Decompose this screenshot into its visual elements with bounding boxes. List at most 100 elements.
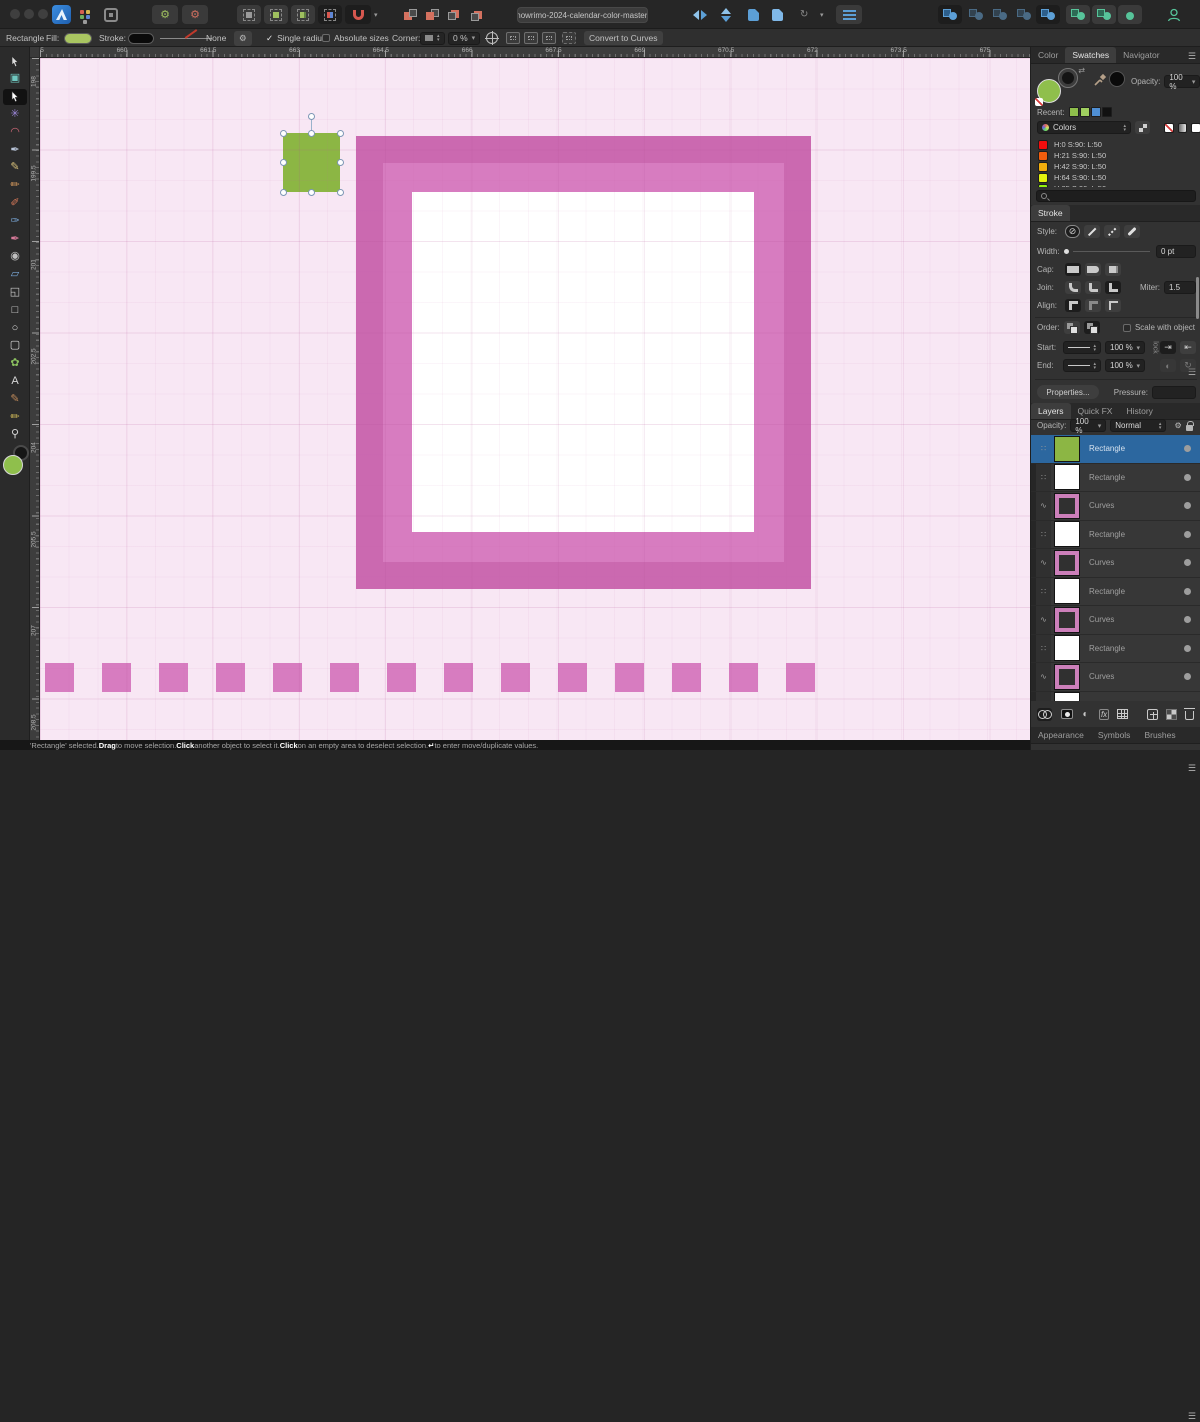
document-tab[interactable]: nanowrimo-2024-calendar-color-master ( *	[517, 7, 648, 23]
pink-square[interactable]	[786, 663, 815, 692]
no-color-chip[interactable]	[1035, 98, 1043, 106]
geometry-divide-button[interactable]	[1118, 5, 1142, 24]
corner-radius-dropdown[interactable]: 0 %▾	[448, 29, 480, 47]
transparency-toggle-button[interactable]	[1164, 708, 1179, 721]
end-style-dropdown[interactable]: ▴▾	[1063, 359, 1101, 372]
miter-value-field[interactable]: 1.5	[1164, 281, 1196, 294]
selection-handle[interactable]	[337, 189, 344, 196]
layer-row[interactable]: ∿Curves	[1031, 663, 1200, 692]
rectangle-tool[interactable]: □	[3, 302, 27, 318]
layer-visibility-toggle[interactable]	[1184, 616, 1191, 623]
settings-gear-button[interactable]: ⚙	[182, 5, 208, 24]
layer-row[interactable]: ∷Rectangle	[1031, 521, 1200, 550]
flip-horizontal-button[interactable]	[688, 5, 712, 24]
tab-navigator[interactable]: Navigator	[1116, 47, 1166, 63]
none-swatch[interactable]	[1164, 123, 1174, 133]
pink-square[interactable]	[672, 663, 701, 692]
export-persona-icon[interactable]	[104, 5, 118, 24]
palette-grid-view-button[interactable]	[1135, 121, 1150, 134]
selection-handle[interactable]	[280, 189, 287, 196]
absolute-sizes-checkbox[interactable]: Absolute sizes	[322, 29, 389, 47]
tab-symbols[interactable]: Symbols	[1091, 727, 1138, 743]
tab-layers[interactable]: Layers	[1031, 403, 1071, 419]
end-scale-dropdown[interactable]: 100 %▾	[1105, 359, 1145, 372]
layer-effects-button[interactable]: fx	[1097, 708, 1112, 721]
tab-brushes[interactable]: Brushes	[1137, 727, 1182, 743]
boolean-subtract-button[interactable]	[964, 5, 988, 24]
tab-stroke[interactable]: Stroke	[1031, 205, 1070, 221]
color-list-item[interactable]: H:21 S:90: L:50	[1031, 150, 1200, 161]
start-style-dropdown[interactable]: ▴▾	[1063, 341, 1101, 354]
point-transform-tool[interactable]: ✳	[3, 106, 27, 122]
convert-to-curves-button[interactable]: Convert to Curves	[584, 29, 663, 47]
swap-fill-stroke-icon[interactable]: ⇄	[1078, 66, 1085, 75]
start-end-lock-label[interactable]: lock	[1152, 341, 1159, 353]
show-alignment-handles-icon[interactable]	[542, 29, 556, 47]
start-arrow-out-button[interactable]: ⇤	[1180, 341, 1196, 354]
shape-tool[interactable]: ✿	[3, 356, 27, 372]
alignment-button[interactable]	[836, 5, 862, 24]
pink-square[interactable]	[501, 663, 530, 692]
palette-dropdown[interactable]: Colors ▴▾	[1037, 121, 1131, 134]
selection-handle[interactable]	[280, 159, 287, 166]
snap-grid-button[interactable]	[318, 5, 342, 24]
rotate-icon[interactable]: ↻	[800, 5, 808, 24]
add-layer-button[interactable]	[1145, 708, 1160, 721]
tab-swatches[interactable]: Swatches	[1065, 47, 1116, 63]
swatches-opacity-dropdown[interactable]: 100 %▾	[1164, 75, 1200, 88]
blend-options-gear-icon[interactable]: ⚙	[1174, 421, 1181, 430]
cap-square-button[interactable]	[1105, 263, 1121, 276]
selection-handle[interactable]	[308, 130, 315, 137]
color-list-item[interactable]: H:64 S:90: L:50	[1031, 172, 1200, 183]
selection-handle[interactable]	[337, 159, 344, 166]
move-to-front-icon[interactable]	[470, 5, 484, 24]
canvas[interactable]	[40, 58, 1030, 740]
layer-row[interactable]: ∷Rectangle	[1031, 464, 1200, 493]
snap-bounds-button[interactable]	[237, 5, 261, 24]
boolean-add-button[interactable]	[938, 5, 962, 24]
selected-green-rectangle[interactable]	[283, 133, 340, 192]
selection-handle[interactable]	[337, 130, 344, 137]
zoom-tool[interactable]: ⚲	[3, 427, 27, 443]
eyedropper-sample-circle[interactable]	[1109, 71, 1125, 87]
stroke-style-solid-button[interactable]	[1084, 225, 1100, 238]
gradient-swatch[interactable]	[1178, 123, 1188, 133]
single-radius-checkbox[interactable]: ✓Single radius	[266, 29, 326, 47]
end-arrow-in-button[interactable]: ◐	[1160, 359, 1176, 372]
pink-square[interactable]	[330, 663, 359, 692]
pink-square[interactable]	[444, 663, 473, 692]
layer-row[interactable]: ∷Rectangle	[1031, 435, 1200, 464]
layer-thumbnail[interactable]	[1055, 465, 1079, 489]
fill-stroke-color-well[interactable]	[3, 445, 29, 475]
layer-visibility-toggle[interactable]	[1184, 588, 1191, 595]
layer-visibility-toggle[interactable]	[1184, 645, 1191, 652]
pink-square[interactable]	[729, 663, 758, 692]
eyedropper-icon[interactable]	[1093, 73, 1107, 87]
order-front-button[interactable]	[1084, 321, 1100, 334]
pink-square[interactable]	[159, 663, 188, 692]
insertion-mode-icon[interactable]	[562, 29, 576, 47]
stroke-style-dashed-button[interactable]	[1104, 225, 1120, 238]
layer-row[interactable]: ∿Curves	[1031, 606, 1200, 635]
layer-thumbnail[interactable]	[1055, 437, 1079, 461]
cap-butt-button[interactable]	[1065, 263, 1081, 276]
stroke-width-value[interactable]: None	[206, 29, 226, 47]
color-swatch[interactable]	[1038, 151, 1048, 161]
end-arrow-out-button[interactable]: ↻	[1180, 359, 1196, 372]
forward-one-icon[interactable]	[448, 5, 462, 24]
join-miter-button[interactable]	[1105, 281, 1121, 294]
geometry-separate-button[interactable]	[1092, 5, 1116, 24]
account-person-icon[interactable]	[1166, 5, 1182, 24]
tab-history[interactable]: History	[1119, 403, 1159, 419]
text-tool[interactable]: A	[3, 373, 27, 389]
pencil-tool[interactable]: ✏	[3, 178, 27, 194]
crop-tool[interactable]: ◱	[3, 284, 27, 300]
selection-handle[interactable]	[308, 189, 315, 196]
tab-color[interactable]: Color	[1031, 47, 1065, 63]
recent-swatch[interactable]	[1091, 107, 1101, 117]
recent-swatch[interactable]	[1080, 107, 1090, 117]
snapping-options-chevron-icon[interactable]: ▾	[374, 5, 378, 24]
panel-menu-icon[interactable]: ☰	[1188, 51, 1196, 62]
window-close-button[interactable]	[10, 9, 20, 19]
window-zoom-button[interactable]	[38, 9, 48, 19]
